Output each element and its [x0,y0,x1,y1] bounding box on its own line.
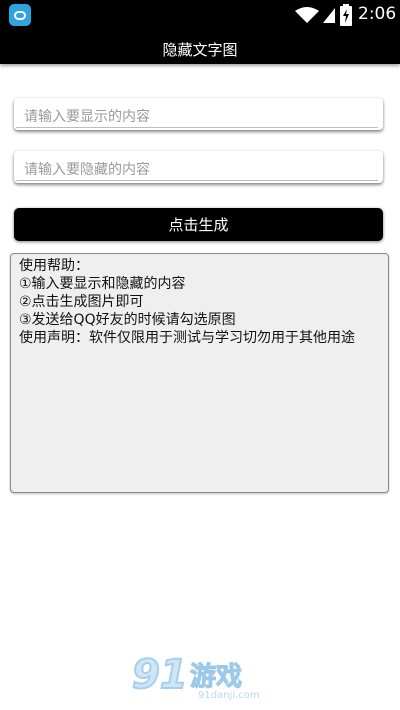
watermark-number: 91 [131,651,189,699]
page-title: 隐藏文字图 [162,41,238,59]
status-bar: 2:06 [0,0,400,30]
watermark-name: 游戏 [189,662,243,693]
help-step-2: ②点击生成图片即可 [19,294,144,310]
signal-icon [323,8,335,23]
help-heading: 使用帮助： [19,258,89,274]
watermark-url: 91danji.com [198,690,260,701]
hidden-content-input[interactable] [14,151,383,183]
watermark-logo: 91 游戏 91danji.com [130,651,270,706]
display-content-input[interactable] [14,98,383,130]
usage-disclaimer: 使用声明：软件仅限用于测试与学习切勿用于其他用途 [19,330,355,346]
help-text-area[interactable]: 使用帮助： ①输入要显示和隐藏的内容 ②点击生成图片即可 ③发送给QQ好友的时候… [10,253,389,493]
title-bar: 隐藏文字图 [0,30,400,64]
help-step-3: ③发送给QQ好友的时候请勾选原图 [19,312,236,328]
wifi-icon [295,7,319,23]
generate-button[interactable]: 点击生成 [14,208,383,241]
status-time: 2:06 [358,4,397,24]
app-notification-icon [9,4,31,26]
hidden-input-underline [16,180,378,181]
display-input-underline [16,127,378,128]
battery-charging-icon [340,4,352,26]
help-step-1: ①输入要显示和隐藏的内容 [19,276,186,292]
